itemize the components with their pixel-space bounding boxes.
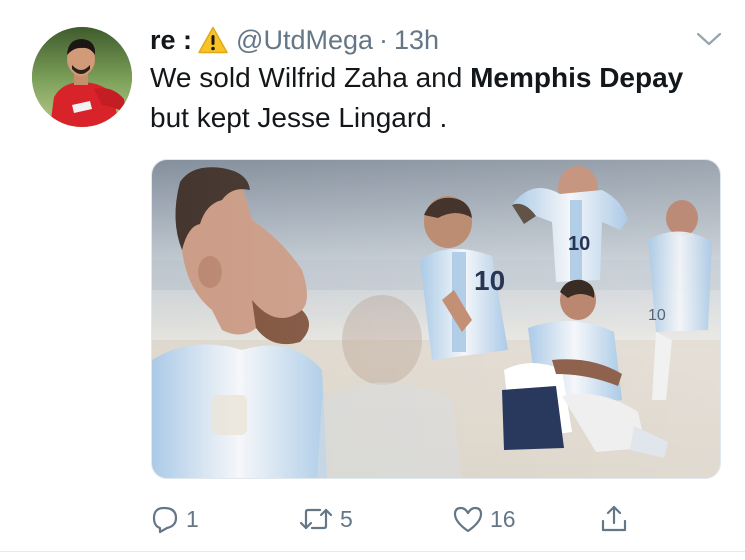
tweet-text-part-3: but kept Jesse Lingard .	[150, 102, 448, 133]
reply-count: 1	[186, 505, 199, 532]
user-handle[interactable]: @UtdMega	[236, 25, 373, 56]
avatar[interactable]	[32, 27, 132, 127]
tweet-actions: 1 5 16	[0, 498, 745, 540]
tweet-text: We sold Wilfrid Zaha and Memphis Depay b…	[150, 58, 710, 138]
share-icon	[598, 503, 630, 535]
reply-button[interactable]: 1	[150, 498, 199, 540]
reply-icon	[150, 504, 180, 534]
timestamp[interactable]: 13h	[394, 25, 439, 56]
divider	[0, 551, 745, 552]
tweet-text-bold: Memphis Depay	[470, 62, 684, 93]
share-button[interactable]	[598, 498, 630, 540]
avatar-image	[32, 27, 132, 127]
tweet-header: re : @UtdMega · 13h	[150, 20, 439, 60]
tweet-media[interactable]: 10 10 10	[151, 159, 721, 479]
tweet-text-part-1: We sold Wilfrid Zaha and	[150, 62, 471, 93]
warning-emoji-icon	[198, 26, 228, 54]
display-name[interactable]: re :	[150, 25, 192, 56]
heart-icon	[452, 504, 484, 534]
retweet-count: 5	[340, 505, 353, 532]
retweet-icon	[298, 504, 334, 534]
separator-dot: ·	[379, 24, 388, 55]
photo-collage-image: 10 10 10	[152, 160, 720, 478]
retweet-button[interactable]: 5	[298, 498, 353, 540]
tweet[interactable]: re : @UtdMega · 13h We sold Wilfrid Zaha…	[0, 0, 745, 560]
chevron-down-icon[interactable]	[695, 29, 723, 49]
like-button[interactable]: 16	[452, 498, 516, 540]
like-count: 16	[490, 505, 516, 532]
